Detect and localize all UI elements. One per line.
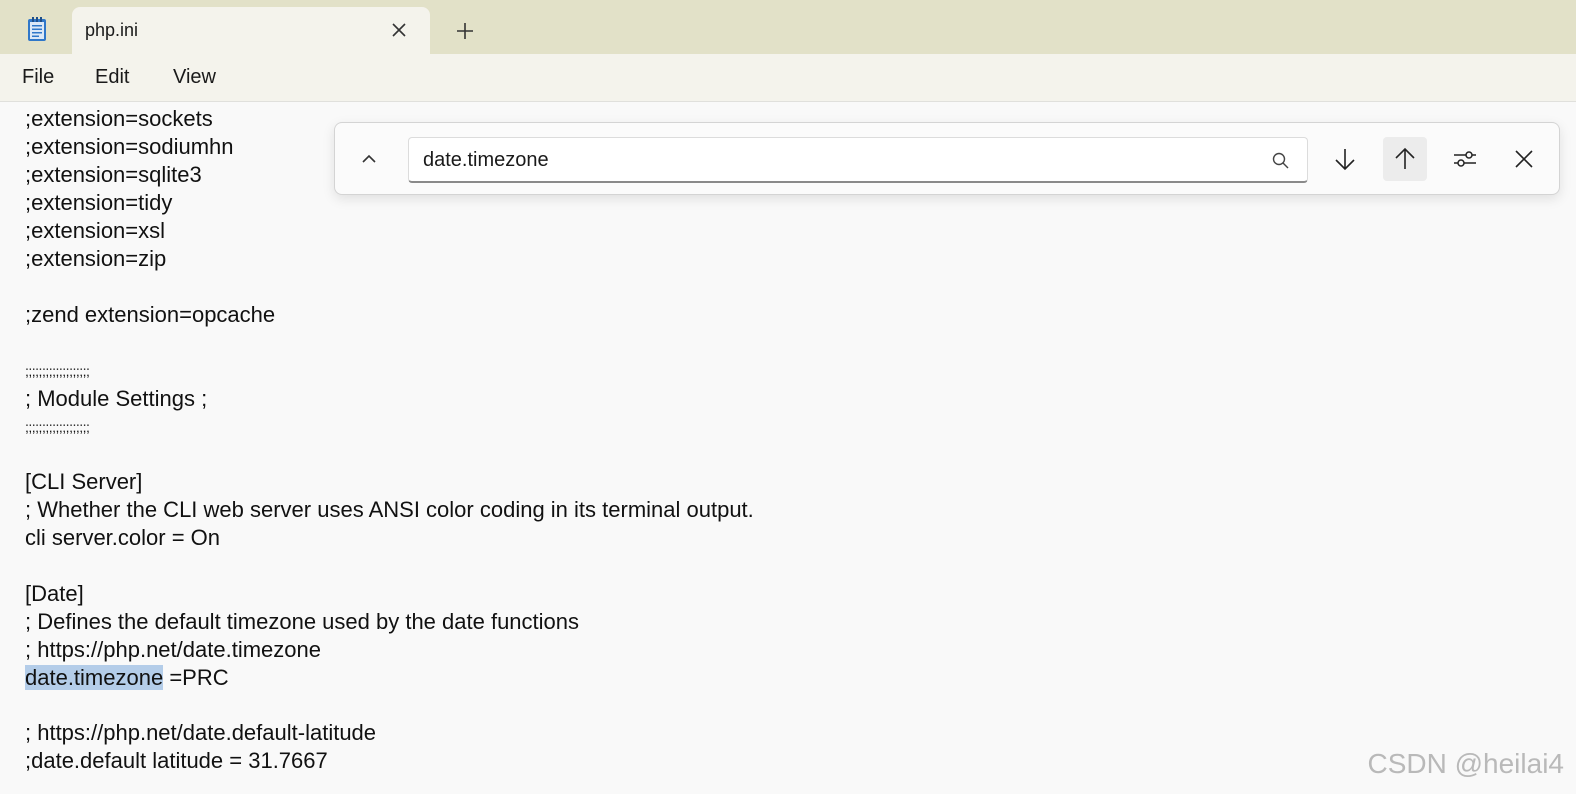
menu-edit[interactable]: Edit	[95, 66, 129, 89]
plus-icon[interactable]	[452, 18, 478, 44]
editor-line: ; Module Settings ;	[25, 386, 208, 411]
editor-line: ;extension=sockets	[25, 106, 213, 131]
text-editor[interactable]: ;extension=sockets ;extension=sodiumhn ;…	[0, 102, 1576, 794]
close-find-button[interactable]	[1502, 137, 1546, 181]
chevron-up-icon	[362, 154, 376, 163]
sliders-icon	[1454, 151, 1476, 167]
close-icon[interactable]	[388, 19, 410, 41]
editor-line: ;extension=xsl	[25, 218, 166, 243]
title-bar: php.ini	[0, 0, 1576, 54]
editor-line: [Date]	[25, 581, 84, 606]
editor-line-rest: =PRC	[163, 665, 229, 690]
toggle-replace-button[interactable]	[347, 137, 391, 181]
editor-line: ; https://php.net/date.default-latitude	[25, 720, 377, 745]
search-match-highlight: date.timezone	[25, 665, 164, 690]
notepad-window: php.ini File Edit View ;extension=socket…	[0, 0, 1576, 794]
tab-title: php.ini	[85, 20, 139, 40]
find-input[interactable]	[423, 146, 1243, 174]
editor-line: ;extension=zip	[25, 246, 167, 271]
editor-line: [CLI Server]	[25, 469, 143, 494]
close-icon	[1515, 150, 1533, 168]
editor-line: ;date.default latitude = 31.7667	[25, 748, 328, 773]
editor-line: ;extension=sqlite3	[25, 162, 202, 187]
notepad-icon	[28, 17, 46, 41]
find-panel	[334, 122, 1560, 195]
arrow-up-icon	[1395, 147, 1415, 169]
arrow-down-icon	[1335, 149, 1355, 171]
find-previous-button[interactable]	[1383, 137, 1427, 181]
find-options-button[interactable]	[1443, 137, 1487, 181]
watermark: CSDN @heilai4	[1367, 748, 1565, 779]
editor-line: ; Whether the CLI web server uses ANSI c…	[25, 497, 754, 522]
editor-line: ;extension=tidy	[25, 190, 173, 215]
menu-bar: File Edit View	[0, 54, 1576, 102]
find-next-button[interactable]	[1323, 137, 1367, 181]
tab-php-ini[interactable]: php.ini	[72, 7, 430, 54]
editor-line: ;zend extension=opcache	[25, 302, 276, 327]
editor-line-highlighted: date.timezone =PRC	[25, 664, 229, 692]
menu-file[interactable]: File	[22, 66, 54, 89]
editor-line: cli server.color = On	[25, 525, 221, 550]
editor-line: ; Defines the default timezone used by t…	[25, 609, 580, 634]
search-icon[interactable]	[1271, 151, 1291, 171]
find-input-container	[408, 137, 1308, 183]
editor-line: ;;;;;;;;;;;;;;;;;;;	[25, 363, 90, 379]
editor-line: ;extension=sodiumhn	[25, 134, 234, 159]
editor-line: ;;;;;;;;;;;;;;;;;;;	[25, 419, 90, 435]
editor-line: ; https://php.net/date.timezone	[25, 637, 321, 662]
menu-view[interactable]: View	[173, 66, 216, 89]
